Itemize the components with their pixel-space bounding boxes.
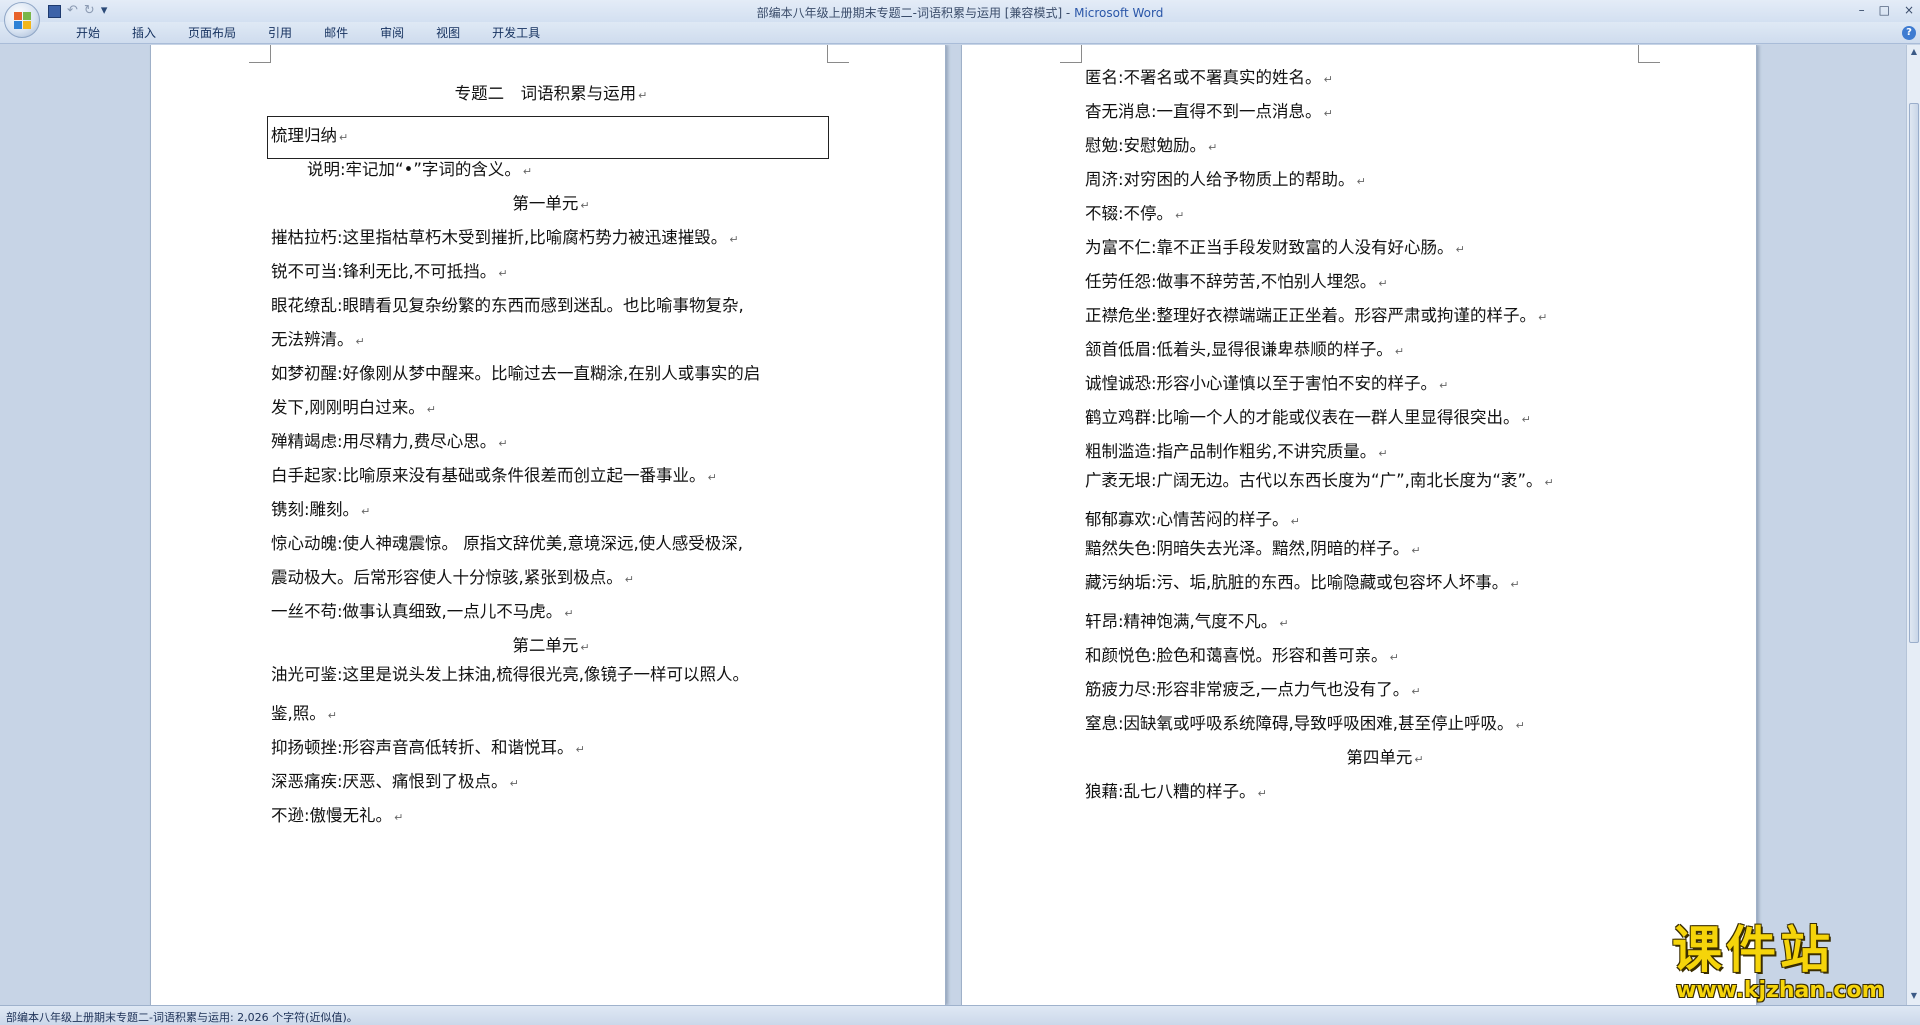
ribbon-tabs: 开始 插入 页面布局 引用 邮件 审阅 视图 开发工具 <box>60 25 556 41</box>
entry-line: 广袤无垠:广阔无边。古代以东西长度为“广”,南北长度为“袤”。 ↵ <box>1085 471 1554 490</box>
scroll-down-icon[interactable]: ▼ <box>1909 991 1919 1001</box>
unit-heading-1: 第一单元 ↵ <box>512 194 590 213</box>
tab-review[interactable]: 审阅 <box>364 25 420 41</box>
tab-insert[interactable]: 插入 <box>116 25 172 41</box>
office-button[interactable] <box>4 2 40 38</box>
vertical-scrollbar[interactable]: ▲ ▼ <box>1906 45 1920 1005</box>
app-name: Microsoft Word <box>1074 6 1164 20</box>
watermark-url: www.kjzhan.com <box>1676 978 1885 1003</box>
entry-line: 镌刻:雕刻。 ↵ <box>271 500 371 519</box>
entry-line: 眼花缭乱:眼睛看见复杂纷繁的东西而感到迷乱。也比喻事物复杂, <box>271 296 744 315</box>
entry-line: 藏污纳垢:污、垢,肮脏的东西。比喻隐藏或包容坏人坏事。 ↵ <box>1085 573 1520 592</box>
close-button[interactable]: × <box>1904 2 1914 18</box>
tab-home[interactable]: 开始 <box>60 25 116 41</box>
entry-line: 诚惶诚恐:形容小心谨慎以至于害怕不安的样子。 ↵ <box>1085 374 1449 393</box>
entry-line: 殚精竭虑:用尽精力,费尽心思。 ↵ <box>271 432 508 451</box>
entry-line: 黯然失色:阴暗失去光泽。黯然,阴暗的样子。 ↵ <box>1085 539 1421 558</box>
entry-line: 一丝不苟:做事认真细致,一点儿不马虎。 ↵ <box>271 602 574 621</box>
entry-line: 窒息:因缺氧或呼吸系统障碍,导致呼吸困难,甚至停止呼吸。 ↵ <box>1085 714 1525 733</box>
page-right[interactable]: 匿名:不署名或不署真实的姓名。 ↵ 杳无消息:一直得不到一点消息。 ↵ 慰勉:安慰勉… <box>961 45 1757 1005</box>
crop-mark <box>827 45 849 63</box>
entry-line: 粗制滥造:指产品制作粗劣,不讲究质量。 ↵ <box>1085 442 1388 461</box>
window-title: 部编本八年级上册期末专题二-词语积累与运用 [兼容模式] - Microsoft… <box>0 4 1920 21</box>
unit-heading-4: 第四单元 ↵ <box>1346 748 1424 767</box>
tab-page-layout[interactable]: 页面布局 <box>172 25 252 41</box>
entry-line: 轩昂:精神饱满,气度不凡。 ↵ <box>1085 612 1289 631</box>
entry-line: 惊心动魄:使人神魂震惊。 原指文辞优美,意境深远,使人感受极深, <box>271 534 744 553</box>
document-workspace[interactable]: 专题二 词语积累与运用 ↵ 梳理归纳 ↵ 说明:牢记加“•”字词的含义。 ↵ 第一单元… <box>0 45 1906 1005</box>
entry-line: 狼藉:乱七八糟的样子。 ↵ <box>1085 782 1267 801</box>
entry-line: 不辍:不停。 ↵ <box>1085 204 1185 223</box>
crop-mark <box>1060 45 1082 63</box>
entry-line: 和颜悦色:脸色和蔼喜悦。形容和善可亲。 ↵ <box>1085 646 1399 665</box>
crop-mark <box>1638 45 1660 63</box>
box-heading: 梳理归纳 ↵ <box>271 126 349 145</box>
tab-mailings[interactable]: 邮件 <box>308 25 364 41</box>
entry-line: 为富不仁:靠不正当手段发财致富的人没有好心肠。 ↵ <box>1085 238 1465 257</box>
entry-line: 发下,刚刚明白过来。 ↵ <box>271 398 436 417</box>
entry-line: 不逊:傲慢无礼。 ↵ <box>271 806 404 825</box>
tab-developer[interactable]: 开发工具 <box>476 25 556 41</box>
entry-line: 如梦初醒:好像刚从梦中醒来。比喻过去一直糊涂,在别人或事实的启 <box>271 364 761 383</box>
watermark-name: 课件站 <box>1672 921 1834 979</box>
document-title-line: 专题二 词语积累与运用 ↵ <box>454 84 648 103</box>
entry-line: 郁郁寡欢:心情苦闷的样子。 ↵ <box>1085 510 1300 529</box>
entry-line: 摧枯拉朽:这里指枯草朽木受到摧折,比喻腐朽势力被迅速摧毁。 ↵ <box>271 228 739 247</box>
entry-line: 抑扬顿挫:形容声音高低转折、和谐悦耳。 ↵ <box>271 738 585 757</box>
entry-line: 无法辨清。 ↵ <box>271 330 365 349</box>
entry-line: 周济:对穷困的人给予物质上的帮助。 ↵ <box>1085 170 1366 189</box>
help-icon[interactable]: ? <box>1902 26 1916 40</box>
entry-line: 锐不可当:锋利无比,不可抵挡。 ↵ <box>271 262 508 281</box>
heading-box <box>267 116 829 159</box>
entry-line: 鉴,照。 ↵ <box>271 704 337 723</box>
entry-line: 白手起家:比喻原来没有基础或条件很差而创立起一番事业。 ↵ <box>271 466 717 485</box>
entry-line: 鹤立鸡群:比喻一个人的才能或仪表在一群人里显得很突出。 ↵ <box>1085 408 1531 427</box>
window-controls: – □ × <box>1859 2 1914 18</box>
entry-line: 杳无消息:一直得不到一点消息。 ↵ <box>1085 102 1333 121</box>
office-logo-icon <box>14 12 32 30</box>
entry-line: 油光可鉴:这里是说头发上抹油,梳得很光亮,像镜子一样可以照人。 <box>271 665 750 684</box>
status-bar: 部编本八年级上册期末专题二-词语积累与运用: 2,026 个字符(近似值)。 <box>0 1005 1920 1025</box>
watermark-logo: 课件站 www.kjzhan.com <box>1668 920 1908 1006</box>
entry-line: 颔首低眉:低着头,显得很谦卑恭顺的样子。 ↵ <box>1085 340 1405 359</box>
scroll-up-icon[interactable]: ▲ <box>1909 47 1919 57</box>
document-title: 部编本八年级上册期末专题二-词语积累与运用 [兼容模式] - <box>756 6 1075 20</box>
entry-line: 正襟危坐:整理好衣襟端端正正坐着。形容严肃或拘谨的样子。 ↵ <box>1085 306 1548 325</box>
minimize-button[interactable]: – <box>1859 2 1865 18</box>
unit-heading-2: 第二单元 ↵ <box>512 636 590 655</box>
entry-line: 筋疲力尽:形容非常疲乏,一点力气也没有了。 ↵ <box>1085 680 1421 699</box>
tab-view[interactable]: 视图 <box>420 25 476 41</box>
note-line: 说明:牢记加“•”字词的含义。 ↵ <box>307 160 533 179</box>
title-bar: ↶ ↻ ▾ 部编本八年级上册期末专题二-词语积累与运用 [兼容模式] - Mic… <box>0 0 1920 38</box>
ribbon: 开始 插入 页面布局 引用 邮件 审阅 视图 开发工具 ? <box>0 22 1920 44</box>
tab-references[interactable]: 引用 <box>252 25 308 41</box>
entry-line: 深恶痛疾:厌恶、痛恨到了极点。 ↵ <box>271 772 519 791</box>
scrollbar-thumb[interactable] <box>1909 103 1919 643</box>
entry-line: 任劳任怨:做事不辞劳苦,不怕别人埋怨。 ↵ <box>1085 272 1388 291</box>
entry-line: 慰勉:安慰勉励。 ↵ <box>1085 136 1218 155</box>
entry-line: 震动极大。后常形容使人十分惊骇,紧张到极点。 ↵ <box>271 568 634 587</box>
status-text: 部编本八年级上册期末专题二-词语积累与运用: 2,026 个字符(近似值)。 <box>6 1011 358 1024</box>
crop-mark <box>249 45 271 63</box>
page-left[interactable]: 专题二 词语积累与运用 ↵ 梳理归纳 ↵ 说明:牢记加“•”字词的含义。 ↵ 第一单元… <box>150 45 946 1005</box>
entry-line: 匿名:不署名或不署真实的姓名。 ↵ <box>1085 68 1333 87</box>
maximize-button[interactable]: □ <box>1879 2 1890 18</box>
